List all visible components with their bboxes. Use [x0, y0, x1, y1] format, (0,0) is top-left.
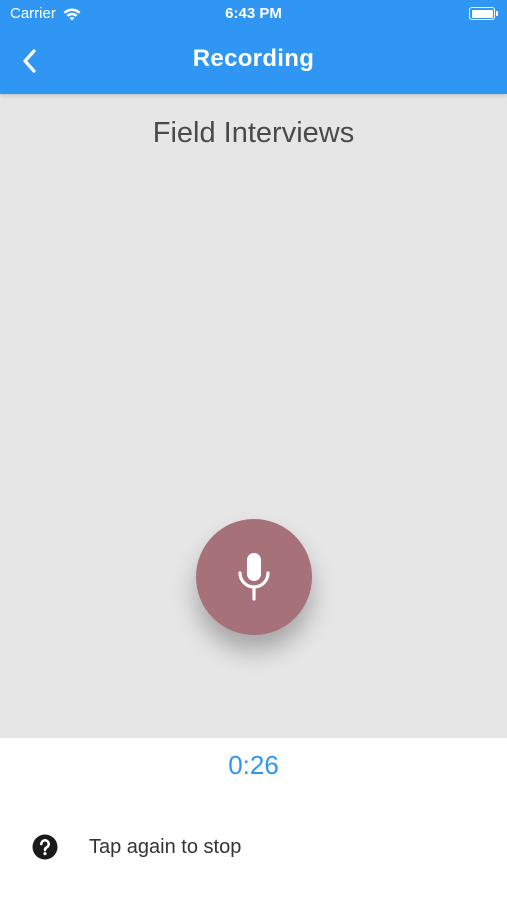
status-time: 6:43 PM [225, 5, 282, 22]
microphone-icon [238, 553, 270, 601]
page-title: Recording [192, 45, 315, 72]
status-bar: Carrier 6:43 PM [0, 0, 507, 28]
project-title: Field Interviews [152, 117, 355, 149]
recording-stage: Field Interviews [0, 94, 507, 738]
navigation-bar: Recording [0, 28, 507, 94]
hint-text: Tap again to stop [89, 836, 242, 858]
battery-icon [469, 7, 498, 20]
question-circle-icon[interactable] [32, 834, 58, 860]
top-bar: Carrier 6:43 PM Recording [0, 0, 507, 94]
hint-row: Tap again to stop [0, 826, 507, 868]
record-button[interactable] [196, 519, 312, 635]
elapsed-timer: 0:26 [228, 750, 279, 780]
